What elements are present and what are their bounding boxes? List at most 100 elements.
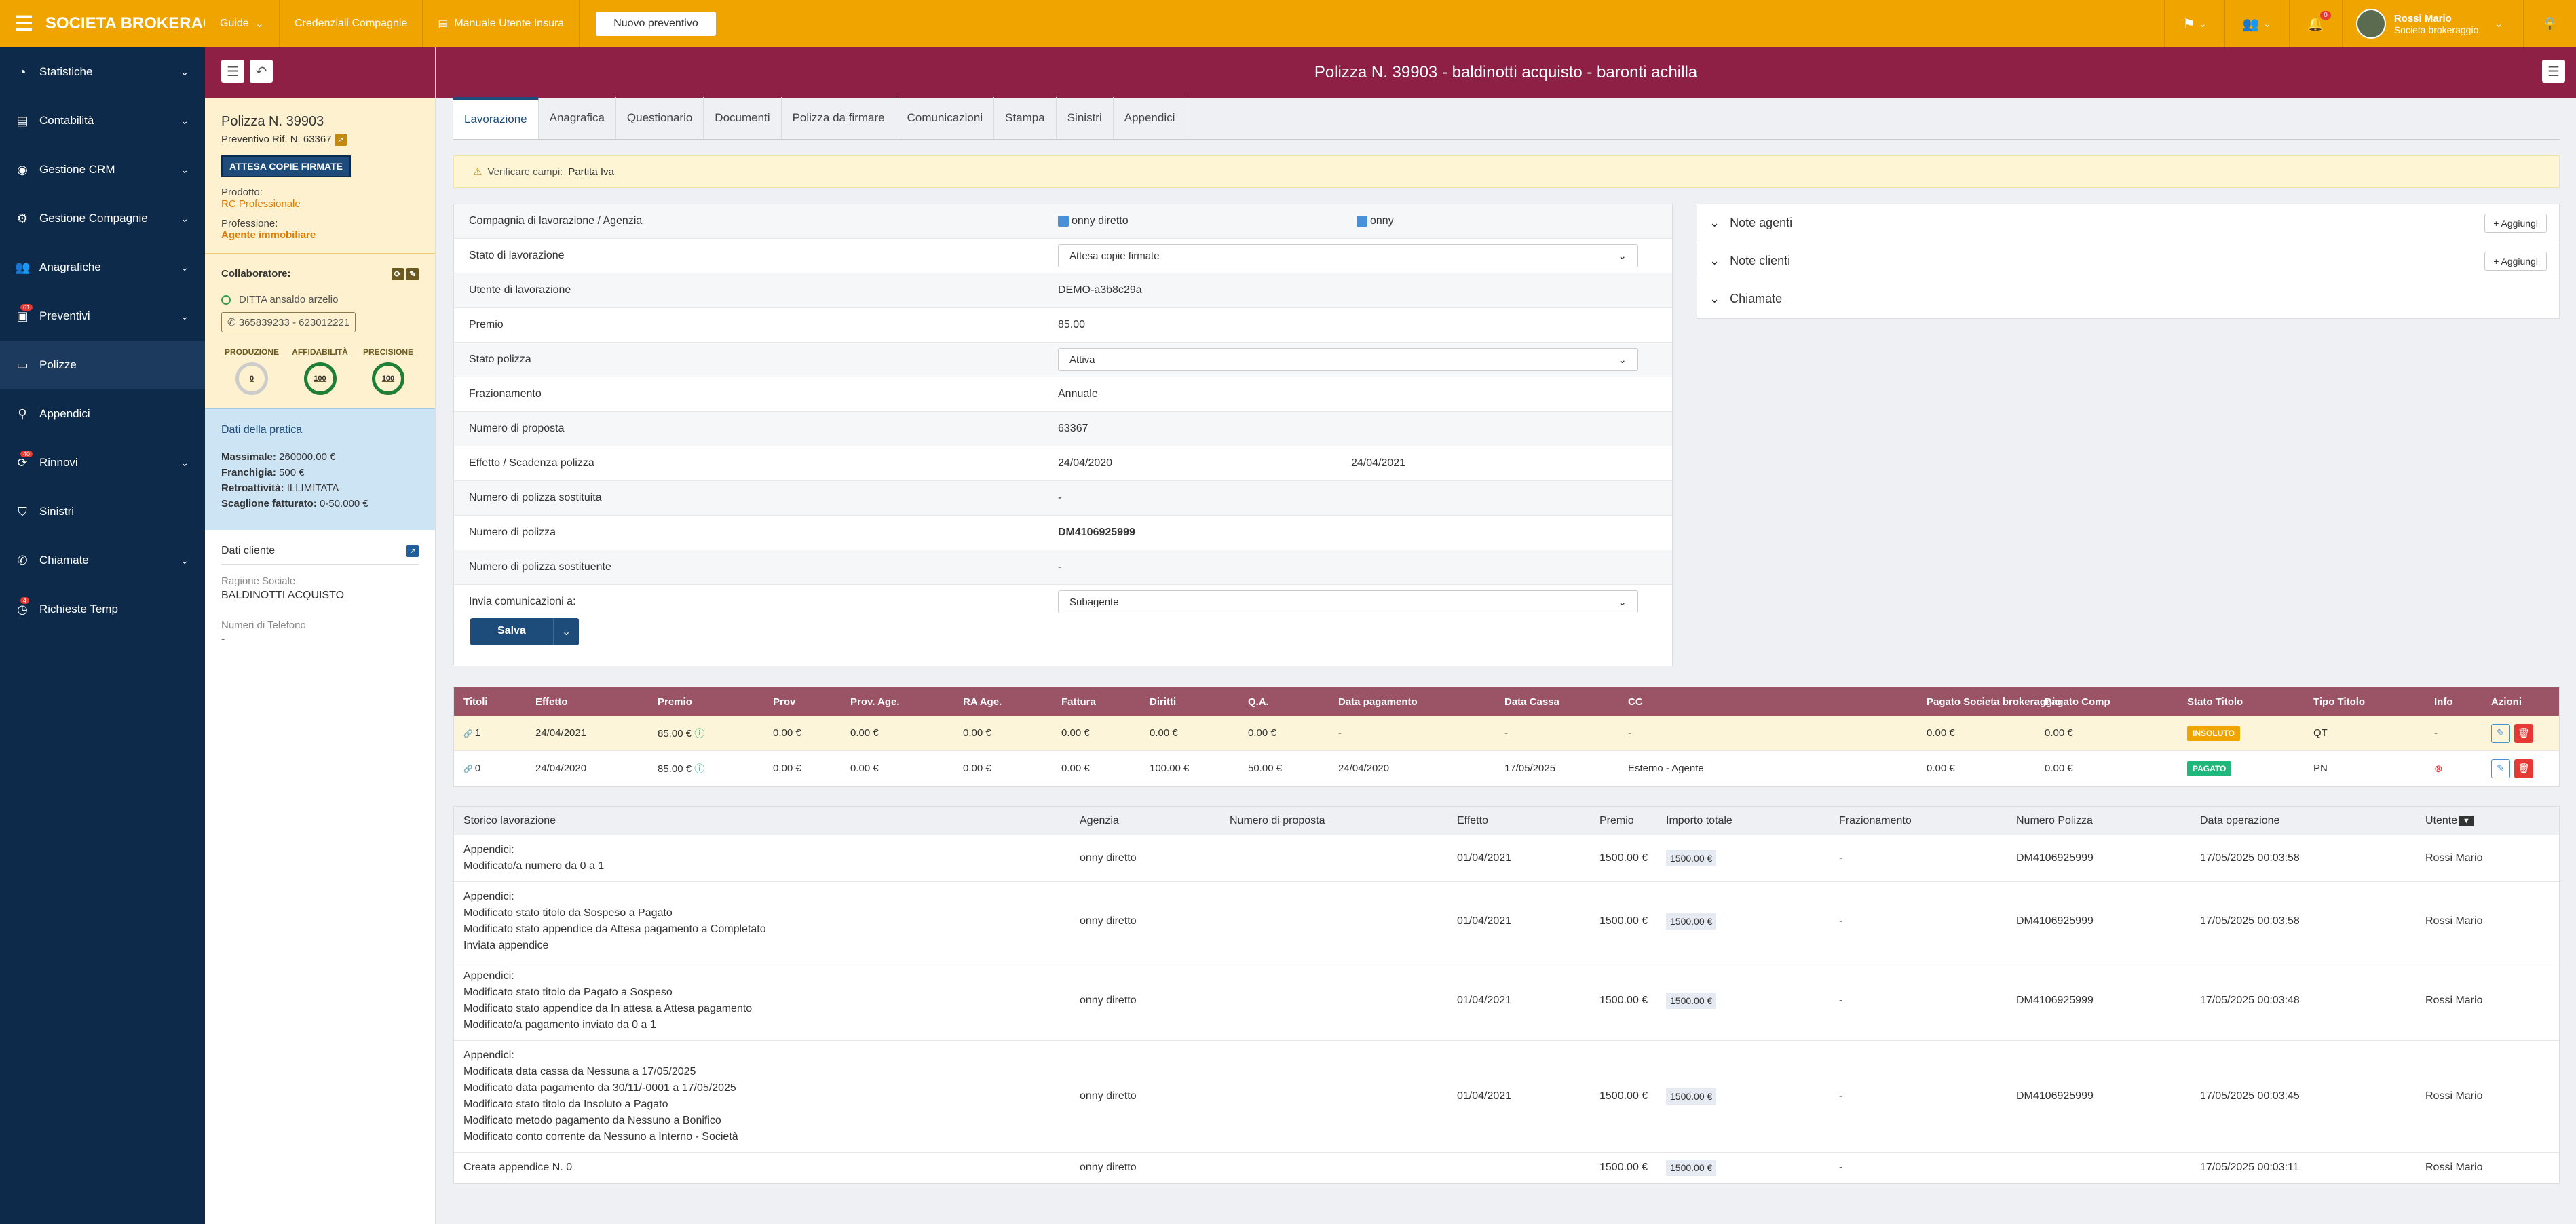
titolo-number[interactable]: 🔗 0	[463, 763, 480, 774]
cell-fattura: 0.00 €	[1061, 763, 1090, 774]
filter-icon[interactable]: ▼	[2459, 815, 2474, 826]
sidebar-item-chiamate[interactable]: ✆ Chiamate ⌄	[0, 536, 205, 585]
metric-ring: 100	[303, 362, 337, 395]
back-icon[interactable]: ↶	[250, 60, 273, 83]
tab-sinistri[interactable]: Sinistri	[1057, 97, 1114, 139]
agency-checkbox[interactable]: onny	[1357, 215, 1394, 227]
edit-icon[interactable]: ✎	[2491, 759, 2510, 778]
sidebar-item-gestione-crm[interactable]: ◉ Gestione CRM ⌄	[0, 145, 205, 194]
form-value: Attiva ⌄	[1058, 348, 1672, 371]
note-label: Chiamate	[1730, 292, 1783, 305]
lock-button[interactable]: 🔒	[2523, 0, 2576, 47]
document-icon: ▣ 61	[15, 303, 33, 324]
column-header: Pagato Societa brokeraggio	[1927, 695, 2062, 708]
sidebar-item-contabilità[interactable]: ▤ Contabilità ⌄	[0, 96, 205, 145]
dati-key: Massimale:	[221, 451, 276, 463]
sidebar-item-rinnovi[interactable]: ⟳ 40 Rinnovi ⌄	[0, 438, 205, 487]
cell-qa: 50.00 €	[1248, 763, 1283, 774]
cell-tipo: PN	[2313, 763, 2328, 774]
ragione-value: BALDINOTTI ACQUISTO	[221, 590, 345, 601]
column-header[interactable]: Q.A.	[1248, 696, 1269, 708]
flag-menu[interactable]: ⚑ ⌄	[2164, 0, 2224, 47]
cell-qa: 0.00 €	[1248, 727, 1276, 739]
status-badge: PAGATO	[2187, 761, 2232, 776]
sidebar-item-preventivi[interactable]: ▣ 61 Preventivi ⌄	[0, 292, 205, 341]
sidebar-item-label: Gestione CRM	[39, 163, 115, 176]
history-line: Modificata data cassa da Nessuna a 17/05…	[463, 1066, 696, 1077]
notifications-menu[interactable]: 🔔 0	[2288, 0, 2342, 47]
cell-effetto: 24/04/2020	[535, 763, 587, 774]
company-checkbox[interactable]: onny diretto	[1058, 215, 1357, 227]
sidebar-badge: 40	[20, 450, 33, 457]
people-menu[interactable]: 👥 ⌄	[2224, 0, 2289, 47]
tab-documenti[interactable]: Documenti	[704, 97, 782, 139]
titolo-number[interactable]: 🔗 1	[463, 727, 480, 739]
table-row: 🔗 0 24/04/2020 85.00 € ⓘ 0.00 € 0.00 € 0.00 €…	[454, 751, 2559, 786]
delete-icon[interactable]: 🗑	[2514, 723, 2533, 743]
warning-banner: ⚠ Verificare campi: Partita Iva	[453, 155, 2560, 188]
tab-anagrafica[interactable]: Anagrafica	[539, 97, 616, 139]
tab-stampa[interactable]: Stampa	[994, 97, 1057, 139]
storico-table: Storico lavorazione Agenzia Numero di prop…	[453, 806, 2560, 1184]
effetto-date: 24/04/2020	[1058, 457, 1113, 469]
form-select[interactable]: Attiva ⌄	[1058, 348, 1638, 371]
user-menu[interactable]: Rossi Mario Societa brokeraggio ⌄	[2341, 0, 2523, 47]
edit-icon[interactable]: ✎	[406, 268, 419, 280]
note-section-note-clienti[interactable]: ⌄ Note clienti + Aggiungi	[1697, 242, 2559, 280]
tab-polizza-da-firmare[interactable]: Polizza da firmare	[782, 97, 896, 139]
sidebar-item-richieste-temp[interactable]: ◷ 4 Richieste Temp	[0, 585, 205, 634]
add-note-button[interactable]: + Aggiungi	[2484, 251, 2547, 271]
brand[interactable]: ☰ SOCIETA BROKERAG...	[0, 0, 205, 47]
sidebar-item-gestione-compagnie[interactable]: ⚙ Gestione Compagnie ⌄	[0, 194, 205, 243]
note-section-note-agenti[interactable]: ⌄ Note agenti + Aggiungi	[1697, 204, 2559, 242]
nav-guide[interactable]: Guide ⌄	[205, 0, 280, 47]
add-note-button[interactable]: + Aggiungi	[2484, 213, 2547, 233]
preventivo-ref[interactable]: Preventivo Rif. N. 63367 ↗	[221, 134, 419, 146]
save-dropdown-icon[interactable]: ⌄	[552, 618, 580, 645]
nav-credenziali[interactable]: Credenziali Compagnie	[280, 0, 423, 47]
sidebar-item-appendici[interactable]: ⚲ Appendici	[0, 389, 205, 438]
cell-effetto: 01/04/2021	[1457, 915, 1512, 927]
sidebar-item-label: Rinnovi	[39, 456, 78, 469]
cell-polizza: DM4106925999	[2016, 915, 2094, 927]
cell-ra: 0.00 €	[963, 763, 991, 774]
tab-lavorazione[interactable]: Lavorazione	[453, 97, 539, 139]
cell-premio: 1500.00 €	[1599, 995, 1648, 1006]
edit-icon[interactable]: ✎	[2491, 723, 2510, 743]
tab-appendici[interactable]: Appendici	[1114, 97, 1187, 139]
delete-icon[interactable]: 🗑	[2514, 759, 2533, 778]
save-button[interactable]: Salva	[470, 618, 553, 645]
text-value: Annuale	[1058, 388, 1098, 400]
menu-icon[interactable]: ☰	[2542, 60, 2565, 83]
column-header: Numero di proposta	[1230, 814, 1325, 826]
sidebar-item-statistiche[interactable]: ◔ Statistiche ⌄	[0, 47, 205, 96]
importo-value: 1500.00 €	[1666, 1088, 1717, 1105]
tab-questionario[interactable]: Questionario	[616, 97, 704, 139]
form-select[interactable]: Attesa copie firmate ⌄	[1058, 244, 1638, 267]
column-header[interactable]: Titoli	[463, 696, 488, 708]
form-select[interactable]: Subagente ⌄	[1058, 590, 1638, 613]
people-icon: 👥	[15, 260, 31, 274]
form-row: Effetto / Scadenza polizza 24/04/2020 24/0…	[454, 446, 1672, 481]
user-role: Societa brokeraggio	[2393, 24, 2479, 35]
dati-pratica: Dati della pratica Massimale: 260000.00 …	[205, 408, 435, 530]
sidebar-item-sinistri[interactable]: ⛉ Sinistri	[0, 487, 205, 536]
cell-data: 17/05/2025 00:03:58	[2200, 915, 2300, 927]
history-line: Modificato conto corrente da Nessuno a I…	[463, 1131, 738, 1143]
refresh-icon[interactable]: ⟳	[391, 268, 404, 280]
sidebar-item-polizze[interactable]: ▭ Polizze	[0, 341, 205, 389]
sidebar-item-anagrafiche[interactable]: 👥 Anagrafiche ⌄	[0, 243, 205, 292]
phone-box[interactable]: ✆ 365839233 - 623012221	[221, 312, 356, 332]
menu-icon[interactable]: ☰	[15, 12, 33, 36]
tab-comunicazioni[interactable]: Comunicazioni	[896, 97, 995, 139]
titolo-number-label: 1	[474, 727, 481, 739]
nav-manuale[interactable]: ▤ Manuale Utente Insura	[423, 0, 580, 47]
avatar	[2355, 9, 2386, 39]
list-icon[interactable]: ☰	[221, 60, 244, 83]
external-link-icon[interactable]: ↗	[406, 545, 419, 557]
importo-value: 1500.00 €	[1666, 850, 1717, 866]
new-quote-button[interactable]: Nuovo preventivo	[596, 12, 716, 36]
history-line: Modificato stato appendice da Attesa pag…	[463, 923, 766, 935]
note-section-chiamate[interactable]: ⌄ Chiamate	[1697, 280, 2559, 318]
error-icon[interactable]: ⊗	[2434, 763, 2443, 775]
